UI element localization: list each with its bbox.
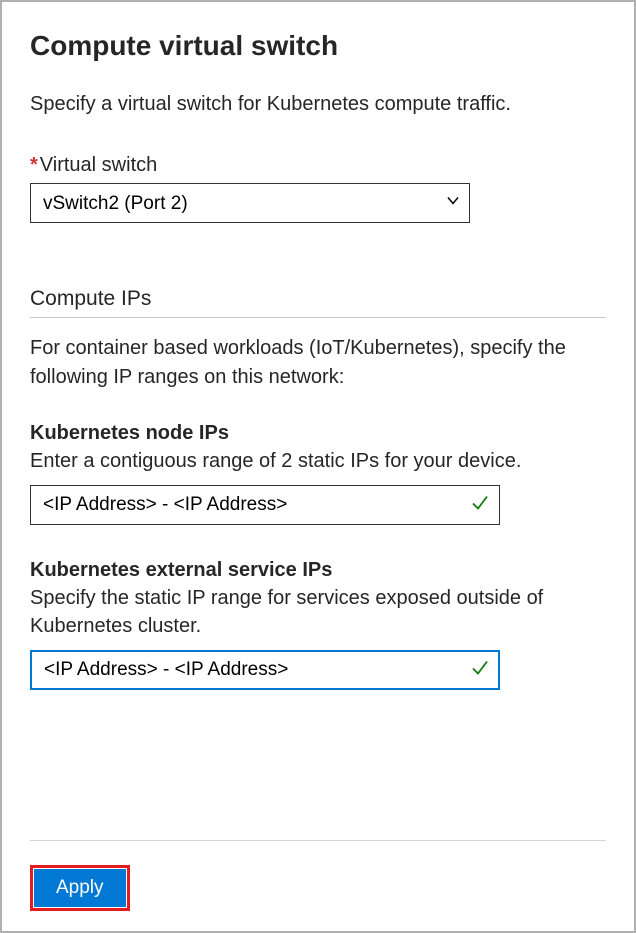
node-ips-input-wrapper [30, 485, 500, 525]
service-ips-heading: Kubernetes external service IPs [30, 559, 606, 582]
apply-button[interactable]: Apply [34, 869, 126, 907]
node-ips-input[interactable] [30, 485, 500, 525]
service-ips-input[interactable] [30, 650, 500, 690]
page-title: Compute virtual switch [30, 30, 606, 62]
virtual-switch-select[interactable]: vSwitch2 (Port 2) [30, 183, 470, 223]
page-subtitle: Specify a virtual switch for Kubernetes … [30, 90, 606, 118]
node-ips-heading: Kubernetes node IPs [30, 422, 606, 445]
required-asterisk: * [30, 154, 38, 176]
virtual-switch-label: Virtual switch [40, 154, 157, 176]
compute-ips-heading: Compute IPs [30, 287, 606, 318]
compute-ips-description: For container based workloads (IoT/Kuber… [30, 334, 606, 392]
virtual-switch-field: *Virtual switch vSwitch2 (Port 2) [30, 154, 606, 223]
service-ips-description: Specify the static IP range for services… [30, 584, 606, 640]
service-ips-input-wrapper [30, 650, 500, 690]
footer: Apply [30, 840, 606, 911]
apply-highlight-box: Apply [30, 865, 130, 911]
virtual-switch-select-wrapper: vSwitch2 (Port 2) [30, 183, 470, 223]
node-ips-description: Enter a contiguous range of 2 static IPs… [30, 447, 606, 475]
virtual-switch-label-row: *Virtual switch [30, 154, 606, 177]
